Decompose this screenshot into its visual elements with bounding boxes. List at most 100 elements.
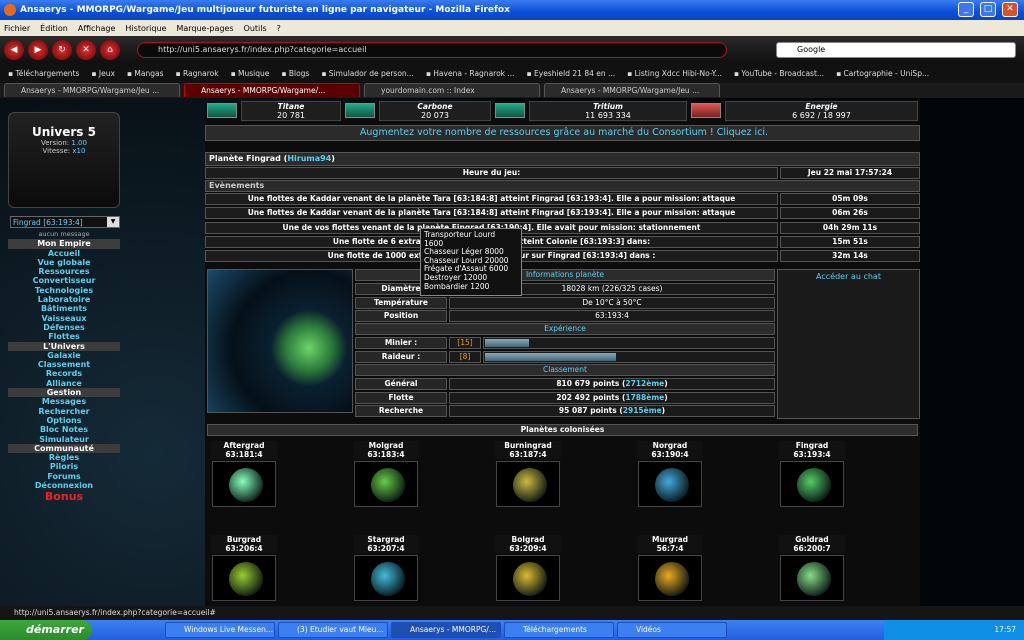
ranking-points: 202 492 points ( [556, 392, 626, 402]
experience-level: [15] [449, 337, 481, 349]
stop-button[interactable]: ✕ [76, 39, 96, 60]
tab-3[interactable]: Ansaerys - MMORPG/Wargame/Jeu ... [544, 83, 720, 97]
menu-link-8[interactable]: Vaisseaux [8, 314, 120, 323]
menu-link-15[interactable]: Alliance [8, 379, 120, 388]
info-value: De 10°C à 50°C [449, 296, 775, 309]
bookmark-3[interactable]: ▪ Ragnarok [175, 69, 218, 78]
bookmark-1[interactable]: ▪ Jeux [91, 69, 115, 78]
colony-name: Aftergrad [211, 441, 277, 450]
ranking-rank[interactable]: 2915ème [623, 406, 662, 415]
menu-link-12[interactable]: Galaxie [8, 351, 120, 360]
reload-button[interactable]: ↻ [52, 39, 72, 60]
colony-card[interactable]: Burningrad 63:187:4 [495, 441, 561, 509]
ranking-close: ) [664, 392, 668, 402]
menu-link-7[interactable]: Bâtiments [8, 304, 120, 313]
menu-link-27[interactable]: Bonus [8, 490, 120, 504]
ranking-points: 810 679 points ( [556, 379, 626, 388]
planet-icon [513, 468, 547, 502]
consortium-banner[interactable]: Augmentez votre nombre de ressources grâ… [205, 125, 920, 141]
menu-item-5[interactable]: Outils [244, 24, 267, 33]
colony-image [354, 461, 418, 507]
bookmark-11[interactable]: ▪ Cartographie - UniSp... [836, 69, 929, 78]
colony-card[interactable]: Fingrad 63:193:4 [779, 441, 845, 509]
tab-2[interactable]: yourdomain.com :: Index [364, 83, 540, 97]
url-input[interactable]: http://uni5.ansaerys.fr/index.php?catego… [137, 42, 727, 58]
maximize-button[interactable]: □ [980, 2, 996, 17]
colony-card[interactable]: Molgrad 63:183:4 [353, 441, 419, 509]
planet-select[interactable]: Fingrad [63:193:4] ▼ [10, 216, 120, 228]
colony-card[interactable]: Goldrad 66:200:7 [779, 535, 845, 603]
colony-card[interactable]: Burgrad 63:206:4 [211, 535, 277, 603]
task-button-0[interactable]: Windows Live Messen... [165, 622, 275, 638]
menu-item-4[interactable]: Marque-pages [176, 24, 233, 33]
colony-name: Burningrad [495, 441, 561, 450]
colony-card[interactable]: Bolgrad 63:209:4 [495, 535, 561, 603]
ranking-rank[interactable]: 2712ème [625, 379, 664, 388]
menu-link-20[interactable]: Bloc Notes [8, 425, 120, 434]
event-time: 15m 51s [780, 235, 920, 248]
menu-link-9[interactable]: Défenses [8, 323, 120, 332]
colony-coord: 63:209:4 [495, 544, 561, 553]
menu-link-3[interactable]: Ressources [8, 267, 120, 276]
task-button-3[interactable]: Téléchargements [504, 622, 614, 638]
tab-0[interactable]: Ansaerys - MMORPG/Wargame/Jeu ... [4, 83, 180, 97]
bookmark-0[interactable]: ▪ Téléchargements [8, 69, 79, 78]
chat-link[interactable]: Accéder au chat [777, 269, 920, 419]
ranking-value: 202 492 points (1788ème) [449, 391, 775, 404]
main-content: Titane 20 781 Carbone 20 073 Tritium 11 693… [205, 101, 920, 606]
menu-item-2[interactable]: Affichage [78, 24, 116, 33]
bookmark-5[interactable]: ▪ Blogs [281, 69, 309, 78]
planet-icon [655, 562, 689, 596]
bookmark-9[interactable]: ▪ Listing Xdcc Hibi-No-Y... [627, 69, 722, 78]
bookmark-4[interactable]: ▪ Musique [231, 69, 270, 78]
task-button-2[interactable]: Ansaerys - MMORPG/... [391, 622, 501, 638]
bookmark-8[interactable]: ▪ Eyeshield 21 84 en ... [527, 69, 616, 78]
menu-item-3[interactable]: Historique [125, 24, 166, 33]
back-button[interactable]: ◀ [4, 39, 24, 60]
menu-link-5[interactable]: Technologies [8, 286, 120, 295]
menu-link-14[interactable]: Records [8, 369, 120, 378]
home-button[interactable]: ⌂ [100, 39, 120, 60]
planet-icon [371, 468, 405, 502]
menu-link-23[interactable]: Règles [8, 453, 120, 462]
menu-link-2[interactable]: Vue globale [8, 258, 120, 267]
colony-card[interactable]: Murgrad 56:7:4 [637, 535, 703, 603]
menu-link-4[interactable]: Convertisseur [8, 276, 120, 285]
menu-link-24[interactable]: Piloris [8, 462, 120, 471]
close-button[interactable]: ✕ [1002, 2, 1018, 17]
search-input[interactable]: Google [776, 42, 1016, 58]
menu-link-6[interactable]: Laboratoire [8, 295, 120, 304]
colony-card[interactable]: Aftergrad 63:181:4 [211, 441, 277, 509]
menu-link-18[interactable]: Rechercher [8, 407, 120, 416]
tab-1[interactable]: Ansaerys - MMORPG/Wargame/... [184, 83, 360, 97]
bookmark-6[interactable]: ▪ Simulador de person... [321, 69, 414, 78]
bookmark-2[interactable]: ▪ Mangas [127, 69, 164, 78]
colony-image [780, 555, 844, 601]
menu-item-1[interactable]: Édition [40, 24, 68, 33]
menu-link-13[interactable]: Classement [8, 360, 120, 369]
menu-item-6[interactable]: ? [277, 24, 281, 33]
task-button-4[interactable]: Vidéos [617, 622, 727, 638]
window-titlebar: Ansaerys - MMORPG/Wargame/Jeu multijoueu… [0, 0, 1024, 20]
menu-item-0[interactable]: Fichier [4, 24, 30, 33]
task-button-1[interactable]: (3) Etudier vaut Mieu... [278, 622, 388, 638]
menu-link-26[interactable]: Déconnexion [8, 481, 120, 490]
menu-link-19[interactable]: Options [8, 416, 120, 425]
colony-card[interactable]: Stargrad 63:207:4 [353, 535, 419, 603]
bookmark-7[interactable]: ▪ Havena - Ragnarok ... [426, 69, 515, 78]
chevron-down-icon[interactable]: ▼ [107, 217, 119, 227]
colony-name: Fingrad [779, 441, 845, 450]
minimize-button[interactable]: _ [958, 2, 974, 17]
menu-link-25[interactable]: Forums [8, 472, 120, 481]
planet-icon [797, 562, 831, 596]
ranking-rank[interactable]: 1788ème [625, 393, 664, 402]
start-button[interactable]: démarrer [0, 620, 92, 640]
menu-link-17[interactable]: Messages [8, 397, 120, 406]
bookmark-10[interactable]: ▪ YouTube - Broadcast... [734, 69, 824, 78]
energie-icon [691, 103, 721, 118]
menu-link-1[interactable]: Accueil [8, 249, 120, 258]
forward-button[interactable]: ▶ [28, 39, 48, 60]
colony-card[interactable]: Norgrad 63:190:4 [637, 441, 703, 509]
menu-link-21[interactable]: Simulateur [8, 435, 120, 444]
menu-link-10[interactable]: Flottes [8, 332, 120, 341]
